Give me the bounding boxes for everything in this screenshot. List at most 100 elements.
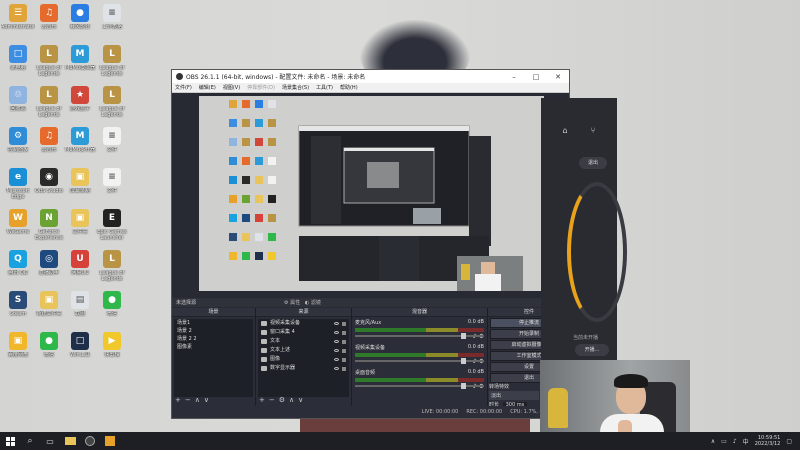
visibility-icon[interactable] [334,331,339,334]
close-icon[interactable]: ✕ [547,73,569,81]
desktop-icon[interactable]: ◉ OBS Studio [33,168,65,204]
app2-exit-button[interactable]: 退出 [579,157,607,169]
volume-slider[interactable] [355,333,484,339]
desktop-icon[interactable]: ▣ 百度网盘 [2,332,34,368]
menu-item[interactable]: 帮助(H) [340,84,358,91]
minimize-icon[interactable]: – [503,73,525,81]
desktop-icon[interactable]: Q 腾讯 QQ [2,250,34,286]
menu-item[interactable]: 文件(F) [175,84,192,91]
volume-slider-knob[interactable] [461,383,466,389]
ime-indicator[interactable]: 中 [743,437,749,446]
desktop-icon[interactable]: □ Win工具 [64,332,96,368]
transition-select[interactable]: 淡出 [489,391,539,400]
lock-icon[interactable] [342,366,346,371]
volume-slider[interactable] [355,358,484,364]
desktop-icon[interactable]: ★ 游戏盒子 [64,86,96,122]
tray-chevron-icon[interactable]: ∧ [711,438,715,445]
sources-toolbar[interactable]: +−⚙∧∨ [259,396,307,404]
desktop-icon[interactable]: U 网易UU [64,250,96,286]
scene-item[interactable]: 场景 2 2 [174,335,253,343]
desktop-icon[interactable]: ☰ Administrator [1,4,35,40]
scene-item[interactable]: 图像素 [174,343,253,351]
desktop-icon[interactable]: L League of Legends [33,86,65,122]
filters-button[interactable]: 滤镜 [311,300,321,306]
volume-icon[interactable]: ♪ [733,438,737,445]
source-item[interactable]: 视频采集设备 [258,319,349,328]
desktop-icon[interactable]: ▶ 快剪辑 [96,332,128,368]
scenes-toolbar[interactable]: +−∧∨ [175,396,213,404]
lock-icon[interactable] [342,357,346,362]
visibility-icon[interactable] [334,340,339,343]
maximize-icon[interactable]: □ [525,73,547,81]
desktop-icon[interactable]: ● 微信 [33,332,65,368]
desktop-icon[interactable]: E Epic Games Launcher [96,209,128,245]
file-explorer-icon[interactable] [60,432,80,450]
desktop-icon[interactable]: □ 此电脑 [2,45,34,81]
desktop-icon[interactable]: W WeGame [2,209,34,245]
desktop-icon[interactable]: L League of Legends [96,250,128,286]
gear-icon[interactable]: ⚙ [284,300,288,306]
obs-taskbar-icon[interactable] [80,432,100,450]
desktop-icon[interactable]: ▤ 截图 [64,291,96,327]
menu-item[interactable]: 场景集合(S) [282,84,309,91]
desktop-icon[interactable]: ♫ 云音乐 [33,4,65,40]
start-button[interactable] [0,432,20,450]
menu-item[interactable]: 停靠部件(D) [247,84,275,91]
menu-item[interactable]: 编辑(E) [199,84,216,91]
desktop-icon[interactable]: ≡ 工作表格 [96,4,128,40]
task-view-icon[interactable]: ▭ [40,432,60,450]
home-icon[interactable]: ⌂ [563,126,568,135]
volume-slider-knob[interactable] [461,333,466,339]
clock[interactable]: 10:59:51 2022/3/12 [755,435,781,447]
volume-slider[interactable] [355,383,484,389]
visibility-icon[interactable] [334,358,339,361]
source-item[interactable]: 图像 [258,355,349,364]
desktop-icon[interactable]: ♫ 云音乐 [33,127,65,163]
desktop-icon[interactable]: ♲ 回收站 [2,86,34,122]
desktop-icon[interactable]: ▣ 文件夹 [64,209,96,245]
search-icon[interactable]: ⌕ [20,432,40,450]
visibility-icon[interactable] [334,367,339,370]
app-taskbar-icon[interactable] [100,432,120,450]
properties-button[interactable]: 属性 [290,300,300,306]
desktop-icon[interactable]: ▣ 新建文件夹 [33,291,65,327]
desktop-icon[interactable]: N GeForce Experience [33,209,65,245]
desktop-icon[interactable]: L League of Legends [33,45,65,81]
desktop-icon[interactable]: M MuMu模拟器 [64,45,96,81]
desktop-icon[interactable]: ⚙ 控制面板 [2,127,34,163]
desktop-icon[interactable]: ≡ 文件 [96,168,128,204]
desktop-icon[interactable]: M MuMu多开器 [64,127,96,163]
lock-icon[interactable] [342,339,346,344]
desktop-icon[interactable]: e Microsoft Edge [2,168,34,204]
source-item[interactable]: 文本 [258,337,349,346]
desktop-icon[interactable]: ▣ 屏幕录制 [64,168,96,204]
network-icon[interactable]: ▭ [721,438,727,445]
obs-preview[interactable] [199,96,544,291]
lock-icon[interactable] [342,321,346,326]
scene-item[interactable]: 场景1 [174,319,253,327]
desktop-icon[interactable]: ≡ 文件 [96,127,128,163]
notification-icon[interactable]: ▢ [786,438,792,445]
desktop-icon[interactable]: ● 微信 [96,291,128,327]
lock-icon[interactable] [342,348,346,353]
app-icon: ♫ [40,4,58,22]
filter-icon[interactable]: ◐ [305,300,309,306]
share-icon[interactable]: ⑂ [591,126,596,135]
menu-item[interactable]: 视图(V) [223,84,240,91]
desktop-icon[interactable]: L League of Legends [96,45,128,81]
desktop-icon[interactable]: ◎ 直播助手 [33,250,65,286]
lock-icon[interactable] [342,330,346,335]
source-item[interactable]: 文本上述 [258,346,349,355]
source-item[interactable]: 窗口采集 4 [258,328,349,337]
desktop-icon[interactable]: S Steam [2,291,34,327]
desktop-icon[interactable]: ● 暴风影音 [64,4,96,40]
menu-item[interactable]: 工具(T) [316,84,333,91]
scene-item[interactable]: 场景 2 [174,327,253,335]
visibility-icon[interactable] [334,322,339,325]
desktop-icon[interactable]: L League of Legends [96,86,128,122]
source-item[interactable]: 数字显示器 [258,364,349,373]
app2-start-button[interactable]: 开播... [575,344,609,356]
volume-slider-knob[interactable] [461,358,466,364]
obs-titlebar[interactable]: OBS 26.1.1 (64-bit, windows) - 配置文件: 未命名… [172,70,569,83]
visibility-icon[interactable] [334,349,339,352]
